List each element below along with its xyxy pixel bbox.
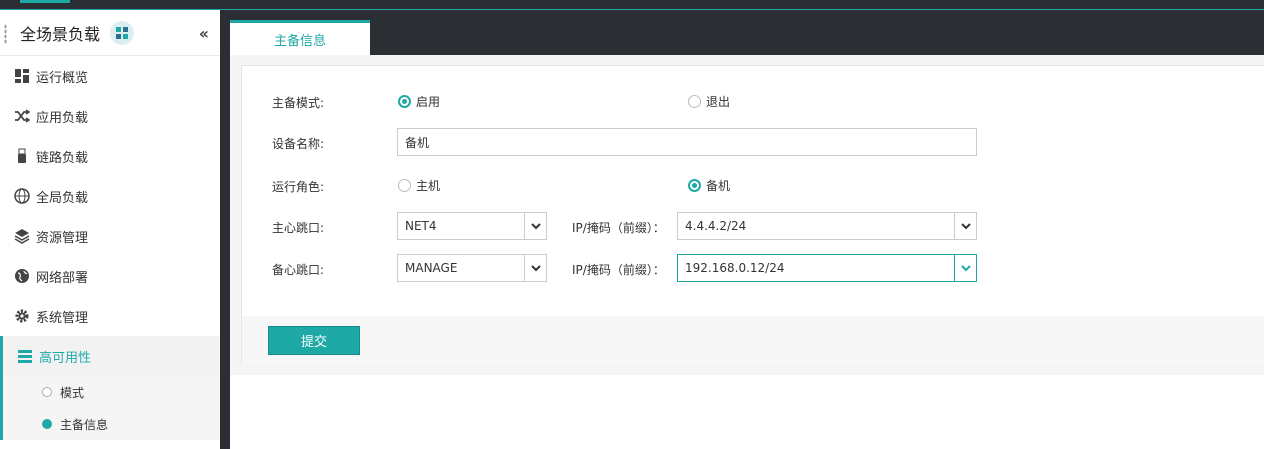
sidebar-item-app-load[interactable]: 应用负载 — [0, 96, 220, 136]
sidebar-item-overview[interactable]: 运行概览 — [0, 56, 220, 96]
sidebar-item-label: 应用负载 — [36, 110, 89, 126]
chevron-down-icon[interactable] — [954, 213, 976, 239]
role-backup-radio[interactable]: 备机 — [688, 177, 730, 194]
sidebar-item-link-load[interactable]: 链路负载 — [0, 136, 220, 176]
sidebar-item-label: 运行概览 — [36, 70, 89, 86]
radio-unchecked-icon — [688, 95, 701, 108]
radio-checked-icon — [688, 179, 701, 192]
backup-ip-select[interactable]: 192.168.0.12/24 — [677, 254, 977, 282]
product-logo-icon — [110, 20, 135, 45]
chevron-down-icon[interactable] — [954, 255, 976, 281]
backup-ip-label: IP/掩码（前缀）： — [572, 263, 665, 277]
sidebar-item-label: 系统管理 — [36, 310, 89, 326]
primary-ip-select[interactable]: 4.4.4.2/24 — [677, 212, 977, 240]
selected-dot-icon — [42, 419, 52, 429]
mode-exit-radio[interactable]: 退出 — [688, 93, 730, 110]
chevron-down-icon[interactable] — [524, 213, 546, 239]
radio-unchecked-icon — [398, 179, 411, 192]
select-value: MANAGE — [405, 261, 458, 275]
sidebar-item-system[interactable]: 系统管理 — [0, 296, 220, 336]
mode-label: 主备模式: — [272, 96, 325, 110]
dashboard-icon — [12, 66, 32, 86]
app-title: 全场景负载 — [20, 24, 101, 44]
tab-strip: 主备信息 — [230, 20, 1264, 55]
sidebar-subitem-ha-info[interactable]: 主备信息 — [3, 408, 220, 440]
form-footer: 提交 — [242, 316, 1264, 363]
sidebar-subitem-mode[interactable]: 模式 — [3, 376, 220, 408]
layers-icon — [12, 226, 32, 246]
radio-label: 备机 — [706, 179, 731, 193]
sidebar-item-global-load[interactable]: 全局负载 — [0, 176, 220, 216]
globe-icon — [12, 186, 32, 206]
radio-label: 主机 — [416, 179, 441, 193]
brand-header: 全场景负载 ‹‹ — [0, 10, 220, 56]
sidebar-item-resources[interactable]: 资源管理 — [0, 216, 220, 256]
radio-dot-icon — [42, 387, 52, 397]
select-value: 4.4.4.2/24 — [685, 219, 747, 233]
earth-icon — [12, 266, 32, 286]
select-value: 192.168.0.12/24 — [685, 261, 785, 275]
sidebar: 全场景负载 ‹‹ 运行概览 应用负载 链路负载 全局负载 资源管理 网络部署 系… — [0, 10, 220, 449]
backup-heartbeat-port-select[interactable]: MANAGE — [397, 254, 547, 282]
device-name-label: 设备名称: — [272, 137, 325, 151]
sidebar-subitem-label: 主备信息 — [60, 417, 109, 432]
mode-enable-radio[interactable]: 启用 — [398, 93, 440, 110]
backup-heartbeat-label: 备心跳口: — [272, 263, 325, 277]
top-accent — [20, 0, 70, 3]
sidebar-item-network[interactable]: 网络部署 — [0, 256, 220, 296]
primary-heartbeat-label: 主心跳口: — [272, 221, 325, 235]
sidebar-item-label: 网络部署 — [36, 270, 89, 286]
role-label: 运行角色: — [272, 180, 325, 194]
sidebar-item-label: 高可用性 — [39, 350, 92, 366]
primary-heartbeat-port-select[interactable]: NET4 — [397, 212, 547, 240]
drag-grip-icon[interactable] — [4, 24, 7, 44]
sidebar-subitem-label: 模式 — [60, 385, 85, 400]
sidebar-subgroup: 模式 主备信息 — [0, 376, 220, 440]
chevron-down-icon[interactable] — [524, 255, 546, 281]
main-content: 主备信息 主备模式: 启用 退出 设备名称: 备机 运行角色: 主机 备机 主心… — [230, 20, 1264, 449]
role-master-radio[interactable]: 主机 — [398, 177, 440, 194]
radio-label: 退出 — [706, 95, 731, 109]
sidebar-item-label: 全局负载 — [36, 190, 89, 206]
panel-wrapper: 主备模式: 启用 退出 设备名称: 备机 运行角色: 主机 备机 主心跳口: N… — [230, 55, 1264, 375]
tab-ha-info[interactable]: 主备信息 — [230, 20, 370, 55]
radio-label: 启用 — [416, 95, 441, 109]
sidebar-item-label: 链路负载 — [36, 150, 89, 166]
gear-icon — [12, 306, 32, 326]
list-icon — [15, 346, 35, 366]
sidebar-item-high-availability[interactable]: 高可用性 — [0, 336, 220, 376]
form-panel: 主备模式: 启用 退出 设备名称: 备机 运行角色: 主机 备机 主心跳口: N… — [241, 65, 1264, 363]
primary-ip-label: IP/掩码（前缀）： — [572, 221, 665, 235]
device-name-input[interactable]: 备机 — [397, 128, 977, 156]
select-value: NET4 — [405, 219, 437, 233]
submit-button[interactable]: 提交 — [268, 326, 360, 355]
shuffle-icon — [12, 106, 32, 126]
top-bar — [0, 0, 1264, 10]
collapse-sidebar-icon[interactable]: ‹‹ — [199, 24, 209, 43]
sidebar-item-label: 资源管理 — [36, 230, 89, 246]
radio-checked-icon — [398, 95, 411, 108]
usb-icon — [12, 146, 32, 166]
